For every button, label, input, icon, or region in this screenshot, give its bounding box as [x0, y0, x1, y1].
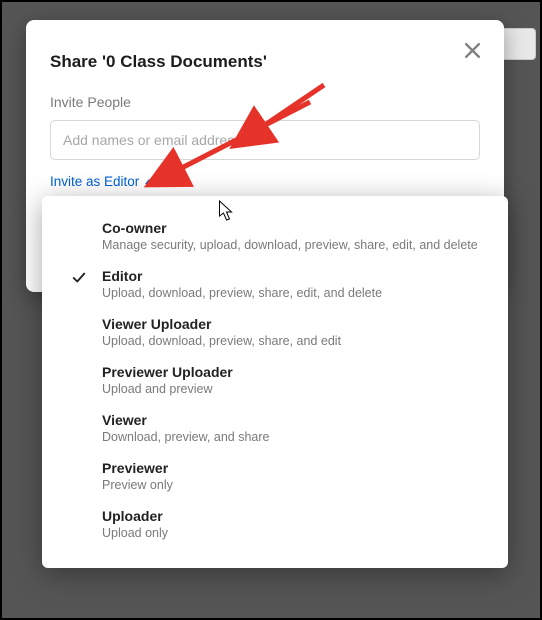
role-option-desc: Upload, download, preview, share, edit, …: [102, 286, 480, 300]
role-option-name: Co-owner: [102, 220, 480, 236]
close-icon: [464, 42, 481, 62]
role-dropdown-menu: Co-owner Manage security, upload, downloa…: [42, 196, 508, 568]
check-icon: [72, 271, 86, 285]
role-option[interactable]: Viewer Uploader Upload, download, preview…: [42, 308, 508, 356]
role-option[interactable]: Previewer Preview only: [42, 452, 508, 500]
role-option[interactable]: Previewer Uploader Upload and preview: [42, 356, 508, 404]
role-option-name: Viewer: [102, 412, 480, 428]
role-option-desc: Preview only: [102, 478, 480, 492]
close-button[interactable]: [458, 38, 486, 66]
role-option-desc: Manage security, upload, download, previ…: [102, 238, 480, 252]
role-option-name: Previewer Uploader: [102, 364, 480, 380]
role-option-name: Viewer Uploader: [102, 316, 480, 332]
role-option[interactable]: Editor Upload, download, preview, share, …: [42, 260, 508, 308]
role-option-desc: Upload, download, preview, share, and ed…: [102, 334, 480, 348]
role-option-desc: Upload only: [102, 526, 480, 540]
role-option[interactable]: Co-owner Manage security, upload, downloa…: [42, 212, 508, 260]
role-option-desc: Upload and preview: [102, 382, 480, 396]
invite-people-label: Invite People: [50, 94, 480, 110]
invite-role-label: Invite as Editor: [50, 174, 139, 189]
invite-input[interactable]: [50, 120, 480, 160]
role-option-name: Editor: [102, 268, 480, 284]
invite-role-dropdown-trigger[interactable]: Invite as Editor: [50, 174, 153, 189]
role-option[interactable]: Uploader Upload only: [42, 500, 508, 548]
role-option-desc: Download, preview, and share: [102, 430, 480, 444]
role-option-name: Previewer: [102, 460, 480, 476]
role-option-name: Uploader: [102, 508, 480, 524]
dialog-title: Share '0 Class Documents': [50, 52, 480, 72]
role-option[interactable]: Viewer Download, preview, and share: [42, 404, 508, 452]
caret-up-icon: [145, 179, 153, 184]
